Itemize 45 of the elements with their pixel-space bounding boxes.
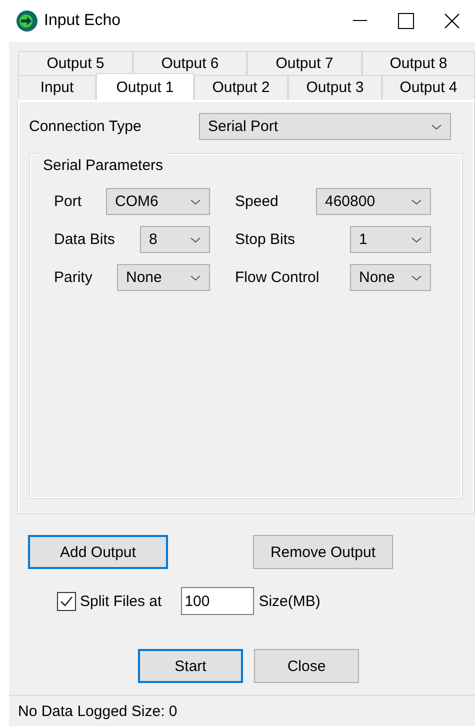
chevron-down-icon bbox=[411, 236, 422, 242]
checkmark-icon bbox=[60, 596, 73, 606]
dropdown[interactable]: 8 bbox=[140, 226, 210, 253]
checkbox-label: Split Files at bbox=[80, 592, 162, 610]
chevron-down-icon bbox=[431, 124, 442, 130]
field-label: Parity bbox=[54, 269, 92, 286]
dropdown[interactable]: None bbox=[117, 264, 210, 291]
input-field[interactable]: 100 bbox=[180, 587, 254, 615]
tab[interactable]: Output 6 bbox=[133, 51, 247, 75]
button[interactable]: Add Output bbox=[28, 535, 168, 569]
tab[interactable]: Output 3 bbox=[288, 75, 382, 99]
chevron-down-icon bbox=[190, 236, 201, 242]
tab[interactable]: Output 5 bbox=[18, 51, 133, 75]
tab[interactable]: Output 4 bbox=[382, 75, 475, 99]
field-label: Stop Bits bbox=[235, 231, 296, 248]
maximize-icon bbox=[398, 13, 414, 29]
tab[interactable]: Output 2 bbox=[194, 75, 288, 99]
dropdown[interactable]: None bbox=[350, 264, 431, 291]
status-text: No Data Logged Size: 0 bbox=[18, 702, 178, 720]
minimize-icon bbox=[353, 20, 367, 22]
dropdown[interactable]: Serial Port bbox=[199, 113, 451, 140]
window-title: Input Echo bbox=[44, 12, 122, 30]
tab[interactable]: Output 1 bbox=[96, 73, 194, 100]
chevron-down-icon bbox=[411, 198, 422, 204]
tab[interactable]: Output 8 bbox=[362, 51, 475, 75]
dropdown[interactable]: 1 bbox=[350, 226, 431, 253]
app-logo-icon bbox=[16, 10, 38, 32]
field-label: Speed bbox=[235, 193, 278, 210]
field-label: Connection Type bbox=[29, 118, 142, 135]
tab[interactable]: Output 7 bbox=[247, 51, 362, 75]
dropdown[interactable]: 460800 bbox=[316, 188, 431, 215]
chevron-down-icon bbox=[411, 274, 422, 280]
chevron-down-icon bbox=[190, 274, 201, 280]
checkbox[interactable] bbox=[57, 592, 76, 610]
close-icon bbox=[444, 13, 460, 29]
field-label: Port bbox=[54, 193, 82, 210]
button[interactable]: Start bbox=[138, 649, 243, 683]
field-label: Data Bits bbox=[54, 231, 115, 248]
chevron-down-icon bbox=[190, 198, 201, 204]
button[interactable]: Close bbox=[254, 649, 359, 683]
field-label: Flow Control bbox=[235, 269, 320, 286]
tab[interactable]: Input bbox=[18, 75, 96, 99]
dropdown[interactable]: COM6 bbox=[106, 188, 210, 215]
button[interactable]: Remove Output bbox=[253, 535, 393, 569]
unit-label: Size(MB) bbox=[258, 592, 320, 610]
